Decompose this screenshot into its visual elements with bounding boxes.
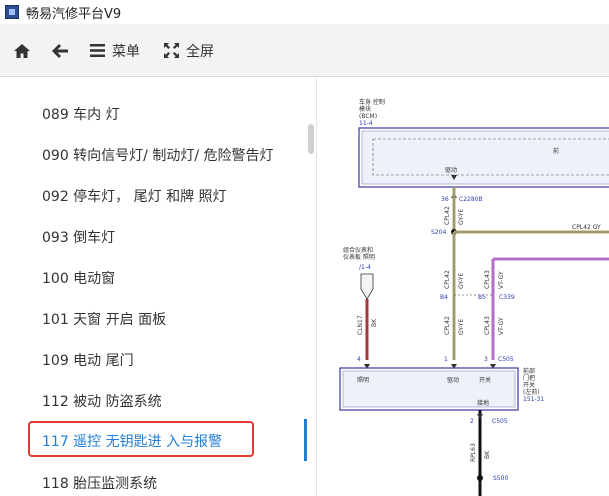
- sidebar-item-093[interactable]: 093 倒车灯: [42, 226, 115, 248]
- pin-2: 2: [470, 418, 474, 425]
- connector-c339: C339: [499, 294, 515, 301]
- wire-cpl43-label-b: CPL43: [484, 316, 491, 335]
- module-label-drive: 驱动: [447, 377, 459, 384]
- home-button[interactable]: [13, 24, 31, 77]
- menu-button[interactable]: 菜单: [90, 24, 140, 77]
- connector-c505-a: C505: [498, 356, 514, 363]
- fullscreen-icon: [164, 43, 179, 58]
- sidebar-item-100[interactable]: 100 电动窗: [42, 267, 115, 289]
- sidebar-item-109[interactable]: 109 电动 尾门: [42, 349, 134, 371]
- menu-icon: [90, 44, 105, 57]
- pin-3: 3: [484, 356, 488, 363]
- wire-gyye-label-b: GY-YE: [458, 273, 465, 289]
- wiring-diagram[interactable]: 车身 控制 模块 (BCM) 11-4 前 驱动 36 C2280B CPL42…: [316, 77, 609, 496]
- wire-bk-label-b: BK: [484, 450, 491, 459]
- fullscreen-label: 全屏: [186, 43, 214, 60]
- cluster-label-2: 仪表板 照明: [343, 253, 375, 261]
- arrow-left-icon: [52, 43, 68, 58]
- cluster-connector-symbol: [360, 273, 374, 300]
- sidebar-item-117[interactable]: 117 遥控 无钥匙进 入与报警: [42, 430, 222, 452]
- module-ref: 151-31: [523, 396, 544, 403]
- wire-cpl42-label-c: CPL42: [444, 316, 451, 335]
- toolbar: 菜单 全屏: [0, 24, 609, 77]
- wire-gyye-label-c: GY-YE: [458, 319, 465, 335]
- home-icon: [14, 43, 30, 58]
- wire-vtgy-label-a: VT-GY: [498, 271, 505, 289]
- back-button[interactable]: [52, 24, 68, 77]
- wire-rpl63-label: RPL63: [470, 443, 477, 462]
- wire-bk-label-a: BK: [371, 318, 378, 327]
- wire-cpl42-label-a: CPL42: [444, 206, 451, 225]
- module-name-2: 门把: [523, 374, 535, 382]
- module-name-1: 前部: [523, 367, 535, 375]
- wire-vtgy-label-b: VT-GY: [498, 317, 505, 335]
- module-name-3: 开关: [523, 381, 535, 389]
- wire-cln17-label: CLN17: [357, 315, 364, 335]
- splice-s500-label: S500: [493, 475, 508, 482]
- pin-1: 1: [444, 356, 448, 363]
- pin-b4: B4: [440, 294, 448, 301]
- sidebar-item-090[interactable]: 090 转向信号灯/ 制动灯/ 危险警告灯: [42, 144, 274, 166]
- cluster-label-1: 组合仪表和: [343, 246, 373, 254]
- module-name-4: (左前): [523, 388, 540, 396]
- title-bar: 畅易汽修平台V9: [0, 0, 609, 24]
- splice-s204-label: S204: [431, 229, 446, 236]
- pin-b5: B5: [478, 294, 486, 301]
- module-label-lighting: 照明: [357, 377, 369, 384]
- fullscreen-button[interactable]: 全屏: [164, 24, 214, 77]
- pin-2-arrow: [477, 414, 483, 419]
- module-label-switch: 开关: [479, 376, 491, 384]
- splice-s500: [477, 475, 483, 481]
- cluster-ref: /1-4: [359, 264, 371, 271]
- sidebar-item-101[interactable]: 101 天窗 开启 面板: [42, 308, 166, 330]
- wire-cpl43-label-a: CPL43: [484, 270, 491, 289]
- connector-c2280b: C2280B: [459, 196, 483, 203]
- horizontal-wire-label: CPL42 GY: [572, 224, 601, 231]
- active-item-indicator: [304, 419, 307, 461]
- wire-cpl42-label-b: CPL42: [444, 270, 451, 289]
- sidebar-item-112[interactable]: 112 被动 防盗系统: [42, 390, 162, 412]
- bcm-label-1: 车身 控制: [359, 98, 385, 106]
- wiring-diagram-canvas: 车身 控制 模块 (BCM) 11-4 前 驱动 36 C2280B CPL42…: [339, 98, 609, 496]
- bcm-right-label: 前: [553, 147, 559, 155]
- sidebar-item-092[interactable]: 092 停车灯， 尾灯 和牌 照灯: [42, 185, 227, 207]
- menu-label: 菜单: [112, 43, 140, 60]
- sidebar-scrollbar[interactable]: [308, 124, 314, 154]
- bcm-label-3: (BCM): [359, 113, 377, 120]
- bcm-pin-label: 驱动: [445, 167, 457, 174]
- pin-36: 36: [441, 196, 449, 203]
- sidebar: 089 车内 灯 090 转向信号灯/ 制动灯/ 危险警告灯 092 停车灯， …: [0, 77, 316, 496]
- pin-4: 4: [357, 356, 361, 363]
- module-ground-label: 接地: [477, 399, 489, 407]
- clipped-list-item: [64, 77, 73, 83]
- bcm-ref: 11-4: [359, 120, 373, 127]
- sidebar-item-118[interactable]: 118 胎压监测系统: [42, 472, 157, 494]
- app-logo-icon: [5, 5, 19, 19]
- connector-c505-b: C505: [492, 418, 508, 425]
- wire-gyye-label-a: GY-YE: [458, 209, 465, 225]
- sidebar-item-089[interactable]: 089 车内 灯: [42, 103, 120, 125]
- bcm-label-2: 模块: [359, 105, 371, 113]
- window-title: 畅易汽修平台V9: [26, 6, 122, 22]
